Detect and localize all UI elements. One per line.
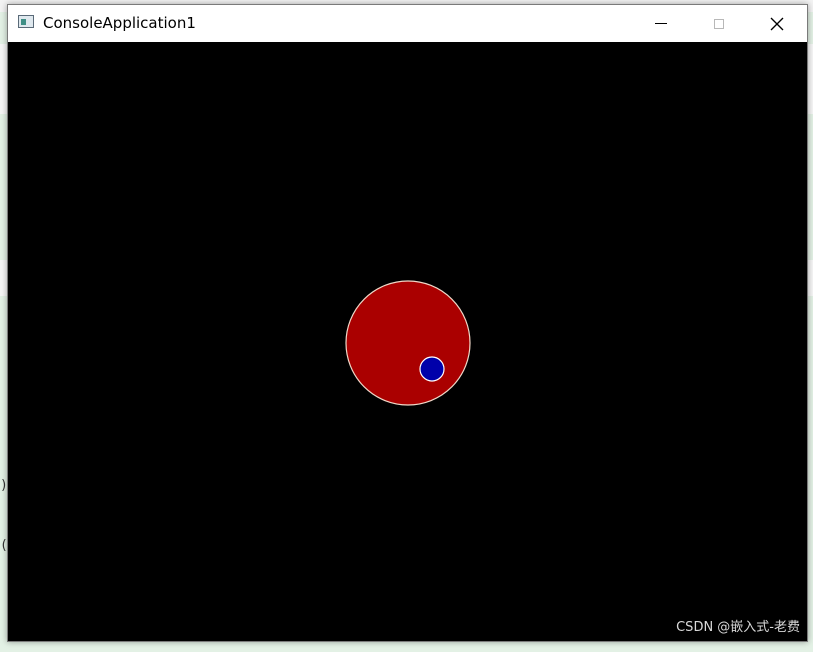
title-bar[interactable]: ConsoleApplication1 (8, 5, 807, 42)
large-red-circle (345, 280, 471, 406)
csdn-watermark: CSDN @嵌入式-老费 (676, 620, 800, 635)
close-icon (770, 17, 784, 30)
console-window[interactable]: ConsoleApplication1 CSDN @嵌入式-老费 (7, 4, 808, 642)
drawing-surface (345, 280, 471, 406)
maximize-button[interactable] (690, 5, 748, 42)
minimize-icon (655, 23, 667, 24)
small-blue-circle (419, 356, 445, 382)
minimize-button[interactable] (632, 5, 690, 42)
graphics-canvas[interactable]: CSDN @嵌入式-老费 (8, 42, 807, 641)
window-title: ConsoleApplication1 (43, 14, 196, 32)
close-button[interactable] (748, 5, 806, 42)
console-app-icon[interactable] (18, 15, 34, 28)
maximize-icon (714, 18, 724, 29)
